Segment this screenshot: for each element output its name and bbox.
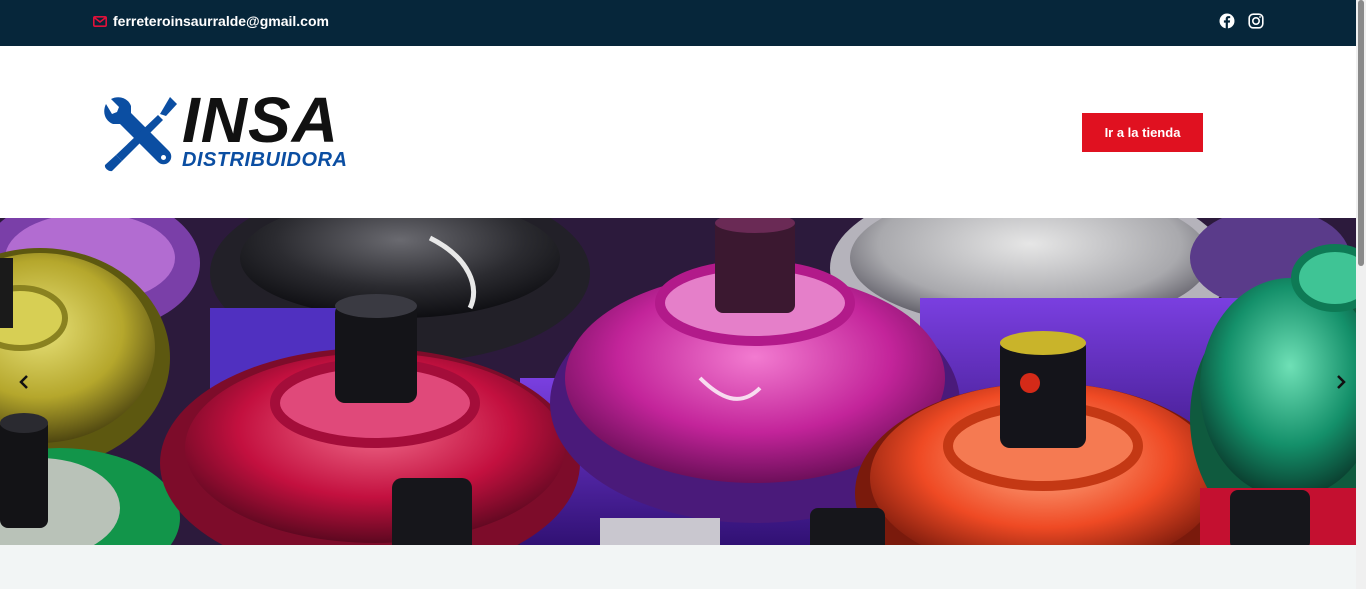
site-logo[interactable]: INSA DISTRIBUIDORA — [100, 88, 375, 172]
chevron-right-icon — [1337, 375, 1346, 389]
slider-next-button[interactable] — [1331, 370, 1351, 394]
email-link[interactable]: ferreteroinsaurralde@gmail.com — [93, 13, 329, 29]
social-links — [1219, 13, 1264, 29]
page: ferreteroinsaurralde@gmail.com INSA DIST… — [0, 0, 1366, 589]
spray-paint-cans-photo — [0, 218, 1356, 545]
content-area — [0, 545, 1356, 589]
instagram-icon[interactable] — [1248, 13, 1264, 29]
wrench-screwdriver-icon — [104, 97, 177, 172]
chevron-left-icon — [19, 375, 28, 389]
hero-slider — [0, 218, 1356, 545]
email-text: ferreteroinsaurralde@gmail.com — [113, 13, 329, 29]
logo-tagline-text: DISTRIBUIDORA — [182, 149, 348, 171]
slider-prev-button[interactable] — [14, 370, 34, 394]
facebook-icon[interactable] — [1219, 13, 1235, 29]
logo-brand-text: INSA — [182, 84, 339, 156]
go-to-shop-button[interactable]: Ir a la tienda — [1082, 113, 1203, 152]
site-header: INSA DISTRIBUIDORA Ir a la tienda — [0, 46, 1356, 218]
scrollbar[interactable] — [1356, 0, 1366, 589]
scrollbar-thumb[interactable] — [1358, 0, 1364, 266]
top-bar: ferreteroinsaurralde@gmail.com — [0, 0, 1356, 46]
mail-icon — [93, 15, 107, 27]
